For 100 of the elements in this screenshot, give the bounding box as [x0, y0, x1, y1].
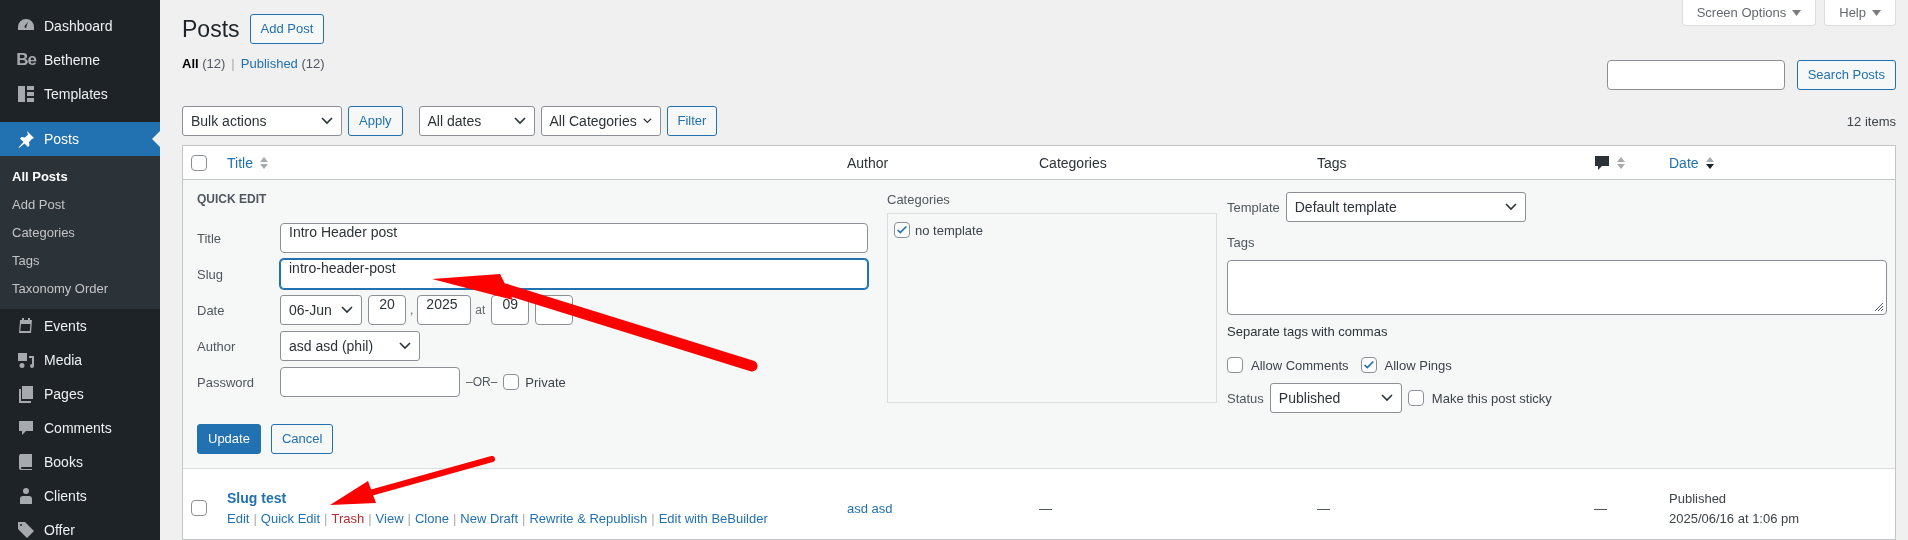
submenu-item[interactable]: Add Post: [0, 191, 160, 219]
pages-icon: [16, 384, 36, 404]
field-label: Tags: [1227, 235, 1255, 250]
private-checkbox[interactable]: [503, 374, 520, 390]
sticky-checkbox[interactable]: [1407, 390, 1424, 406]
password-input[interactable]: [280, 367, 460, 397]
logo-icon: Be: [16, 50, 36, 70]
page-title: Posts: [182, 15, 240, 43]
sidebar-menu-item[interactable]: Pages: [0, 377, 160, 411]
caret-icon: [1872, 9, 1881, 16]
status-dropdown[interactable]: Published: [1269, 383, 1402, 413]
submenu-item[interactable]: Tags: [0, 247, 160, 275]
submenu-item[interactable]: Taxonomy Order: [0, 275, 160, 303]
category-checkbox[interactable]: [894, 222, 910, 238]
tag-icon: [16, 520, 36, 540]
field-label: Slug: [197, 266, 225, 282]
allow-comments-checkbox[interactable]: [1227, 357, 1243, 373]
dates-dropdown[interactable]: All dates: [418, 106, 535, 136]
author-dropdown[interactable]: asd asd (phil): [280, 331, 420, 361]
field-label: Status: [1227, 390, 1264, 406]
title-input[interactable]: Intro Header post: [280, 223, 868, 253]
tags-hint: Separate tags with commas: [1227, 324, 1388, 339]
separator-text: |: [368, 511, 372, 526]
sidebar-menu-item[interactable]: Be Betheme: [0, 43, 160, 77]
row-action-link[interactable]: Trash: [331, 511, 365, 526]
update-button[interactable]: Update: [197, 424, 261, 454]
checkbox-label: Make this post sticky: [1431, 390, 1552, 406]
sidebar-menu-item[interactable]: Posts: [0, 122, 160, 156]
chevron-down-icon: [341, 306, 353, 314]
view-filter-link[interactable]: Published (12): [240, 56, 325, 71]
field-label: Categories: [887, 192, 951, 207]
date-text: 2025/06/16 at 1:06 pm: [1669, 510, 1800, 526]
add-post-button[interactable]: Add Post: [249, 14, 325, 44]
quick-edit-heading: QUICK EDIT: [197, 192, 268, 206]
sidebar-menu-item[interactable]: Clients: [0, 479, 160, 513]
select-all-checkbox[interactable]: [191, 154, 207, 171]
categories-dropdown[interactable]: All Categories: [540, 106, 661, 136]
media-icon: [16, 350, 36, 370]
search-posts-button[interactable]: Search Posts: [1796, 60, 1896, 90]
table-cell: —: [1594, 500, 1607, 516]
author-link[interactable]: asd asd: [847, 500, 893, 516]
cancel-button[interactable]: Cancel: [270, 424, 334, 454]
field-label: Template: [1227, 199, 1280, 215]
row-action-link[interactable]: Quick Edit: [260, 511, 321, 526]
row-action-link[interactable]: Edit with BeBuilder: [658, 511, 768, 526]
separator-text: |: [324, 511, 328, 526]
column-header: Tags: [1317, 154, 1347, 171]
column-header-link[interactable]: Title: [227, 154, 253, 171]
row-action-link[interactable]: View: [375, 511, 404, 526]
chevron-down-icon: [321, 117, 333, 125]
year-input[interactable]: 2025: [417, 295, 472, 325]
sidebar-menu-item[interactable]: Comments: [0, 411, 160, 445]
column-header: Author: [847, 154, 889, 171]
row-checkbox[interactable]: [191, 500, 207, 516]
row-action-link[interactable]: Edit: [227, 511, 250, 526]
filter-button[interactable]: Filter: [666, 106, 718, 136]
sidebar-menu-item[interactable]: Dashboard: [0, 9, 160, 43]
submenu-item[interactable]: All Posts: [0, 163, 160, 191]
screen-options-tab[interactable]: Screen Options: [1681, 0, 1817, 26]
or-text: –OR–: [466, 375, 498, 389]
template-dropdown[interactable]: Default template: [1285, 192, 1526, 222]
apply-button[interactable]: Apply: [348, 106, 403, 136]
bulk-actions-dropdown[interactable]: Bulk actions: [182, 106, 342, 136]
search-field[interactable]: [1606, 60, 1785, 90]
at-text: at: [475, 303, 486, 317]
checkbox-label: Allow Pings: [1384, 357, 1452, 373]
chevron-down-icon: [1380, 394, 1393, 402]
allow-pings-checkbox[interactable]: [1360, 357, 1377, 373]
chevron-down-icon: [513, 117, 526, 125]
separator-text: |: [253, 511, 257, 526]
month-dropdown[interactable]: 06-Jun: [280, 295, 362, 325]
post-title-link[interactable]: Slug test: [227, 490, 287, 506]
field-label: Title: [197, 230, 223, 246]
checkmark-icon: [895, 223, 909, 237]
pin-icon: [16, 129, 36, 149]
field-label: Password: [197, 374, 256, 390]
sidebar-menu-item[interactable]: Media: [0, 343, 160, 377]
sidebar-menu-item[interactable]: Events: [0, 309, 160, 343]
row-action-link[interactable]: Rewrite & Republish: [529, 511, 648, 526]
row-action-link[interactable]: New Draft: [460, 511, 519, 526]
tags-textarea[interactable]: [1227, 260, 1887, 315]
view-filter-link[interactable]: All (12): [182, 56, 226, 71]
column-header: Categories: [1039, 154, 1107, 171]
row-action-link[interactable]: Clone: [414, 511, 449, 526]
date-status: Published: [1669, 490, 1727, 506]
slug-input[interactable]: intro-header-post: [280, 259, 868, 289]
day-input[interactable]: 20: [368, 295, 406, 325]
chevron-down-icon: [642, 117, 652, 125]
sidebar-menu-item[interactable]: Offer: [0, 513, 160, 540]
submenu-item[interactable]: Categories: [0, 219, 160, 247]
resize-handle-icon[interactable]: [1874, 302, 1884, 312]
sidebar-menu-item[interactable]: Books: [0, 445, 160, 479]
caret-icon: [1792, 9, 1802, 16]
table-cell: —: [1039, 500, 1052, 516]
separator-text: |: [452, 511, 457, 526]
table-cell: —: [1317, 500, 1330, 516]
column-header-link[interactable]: Date: [1669, 154, 1699, 171]
grid-icon: [16, 84, 36, 104]
help-tab[interactable]: Help: [1824, 0, 1896, 26]
sidebar-menu-item[interactable]: Templates: [0, 77, 160, 111]
